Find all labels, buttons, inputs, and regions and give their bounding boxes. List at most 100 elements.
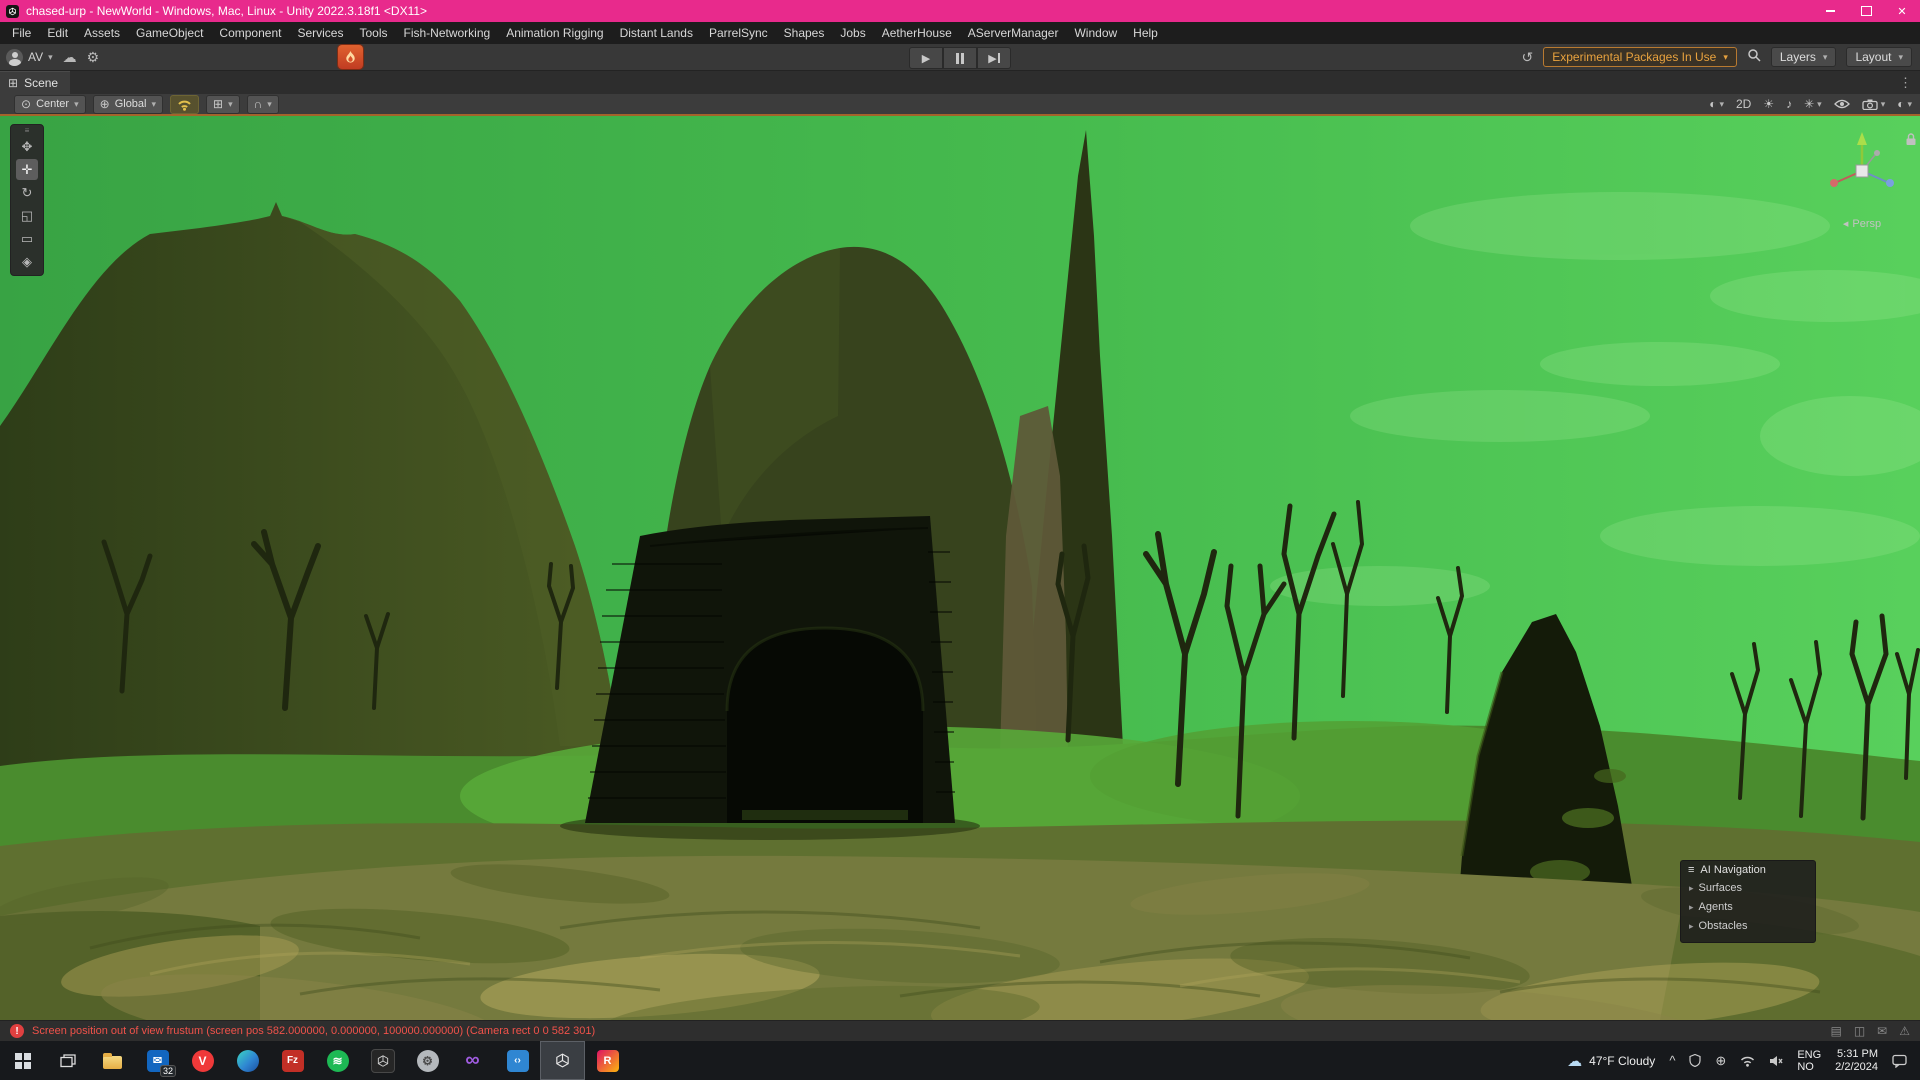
experimental-packages-dropdown[interactable]: Experimental Packages In Use ▾ (1543, 47, 1737, 67)
utility-app-button[interactable]: ⚙ (405, 1041, 450, 1080)
menu-item-jobs[interactable]: Jobs (832, 22, 873, 44)
visual-studio-button[interactable]: ∞ (450, 1041, 495, 1080)
language-indicator[interactable]: ENG NO (1797, 1049, 1821, 1073)
eye-icon (1834, 99, 1850, 109)
play-button[interactable]: ▶ (909, 47, 943, 69)
tray-chevron-up[interactable]: ^ (1669, 1053, 1675, 1068)
palette-grip-icon[interactable]: ≡ (25, 127, 30, 134)
pause-button[interactable] (943, 47, 977, 69)
ai-nav-agents-foldout[interactable]: ▸ Agents (1688, 898, 1808, 917)
search-icon[interactable] (1747, 48, 1761, 67)
scene-viewport[interactable]: ≡ ✥ ✛ ↻ ◱ ▭ ◈ ◂ Persp (0, 116, 1920, 1020)
menu-item-component[interactable]: Component (211, 22, 289, 44)
grid-visibility-dropdown[interactable]: ⊞ ▾ (206, 95, 240, 114)
console-error-message[interactable]: Screen position out of view frustum (scr… (32, 1025, 595, 1037)
filezilla-button[interactable]: Fz (270, 1041, 315, 1080)
minimize-button[interactable] (1812, 0, 1848, 22)
drag-handle-icon[interactable]: ≡ (1688, 864, 1694, 876)
menu-item-help[interactable]: Help (1125, 22, 1166, 44)
view-hand-tool-button[interactable]: ✥ (16, 136, 38, 157)
settings-gear-icon[interactable]: ⚙ (87, 50, 100, 64)
rotate-tool-button[interactable]: ↻ (16, 182, 38, 203)
pane-menu-kebab-icon[interactable]: ⋮ (1891, 75, 1920, 91)
lock-icon[interactable] (1905, 132, 1917, 151)
close-button[interactable]: ✕ (1884, 0, 1920, 22)
rider-button[interactable]: R (585, 1041, 630, 1080)
scene-3d-view[interactable] (0, 116, 1920, 1020)
ai-nav-obstacles-foldout[interactable]: ▸ Obstacles (1688, 917, 1808, 936)
start-button[interactable] (0, 1041, 45, 1080)
status-icon-activity[interactable]: ▤ (1830, 1024, 1841, 1038)
progrids-toggle-button[interactable] (170, 95, 199, 114)
menu-item-animation-rigging[interactable]: Animation Rigging (498, 22, 611, 44)
foldout-icon: ▸ (1689, 917, 1694, 936)
move-tool-button[interactable]: ✛ (16, 159, 38, 180)
scale-tool-button[interactable]: ◱ (16, 205, 38, 226)
gizmo-sphere-icon: ◐ (1897, 97, 1904, 111)
menu-item-gameobject[interactable]: GameObject (128, 22, 211, 44)
2d-toggle-button[interactable]: 2D (1736, 97, 1751, 111)
menu-item-aetherhouse[interactable]: AetherHouse (874, 22, 960, 44)
network-globe-icon[interactable]: ⊕ (1715, 1053, 1726, 1069)
edge-browser-button[interactable] (225, 1041, 270, 1080)
tab-scene[interactable]: ⊞ Scene (0, 71, 70, 95)
task-view-button[interactable] (45, 1041, 90, 1080)
unity-hub-button[interactable] (360, 1041, 405, 1080)
hot-reload-button[interactable] (338, 45, 363, 69)
menu-item-shapes[interactable]: Shapes (776, 22, 833, 44)
taskbar-clock[interactable]: 5:31 PM 2/2/2024 (1835, 1048, 1878, 1074)
magnet-icon: ∩ (254, 98, 263, 110)
speaker-muted-icon[interactable] (1769, 1055, 1783, 1067)
shield-icon[interactable] (1689, 1054, 1701, 1067)
outlook-button[interactable]: ✉ 32 (135, 1041, 180, 1080)
file-explorer-button[interactable] (90, 1041, 135, 1080)
ai-nav-surfaces-foldout[interactable]: ▸ Surfaces (1688, 879, 1808, 898)
account-dropdown[interactable]: AV ▾ (6, 49, 53, 66)
camera-settings-dropdown[interactable]: ▾ (1862, 99, 1886, 110)
transform-tool-button[interactable]: ◈ (16, 251, 38, 272)
draw-mode-dropdown[interactable]: ◐ ▾ (1709, 97, 1724, 111)
rect-tool-button[interactable]: ▭ (16, 228, 38, 249)
menu-item-distant-lands[interactable]: Distant Lands (612, 22, 701, 44)
menu-item-aservermanager[interactable]: AServerManager (960, 22, 1067, 44)
menu-item-fish-networking[interactable]: Fish-Networking (395, 22, 498, 44)
undo-history-icon[interactable]: ↺ (1522, 50, 1534, 64)
pivot-mode-dropdown[interactable]: ⊙ Center ▾ (14, 95, 86, 114)
time-label: 5:31 PM (1837, 1048, 1878, 1061)
layers-dropdown[interactable]: Layers ▾ (1771, 47, 1837, 67)
orientation-dropdown[interactable]: ⊕ Global ▾ (93, 95, 163, 114)
scene-audio-toggle[interactable]: ♪ (1786, 97, 1792, 111)
maximize-button[interactable] (1848, 0, 1884, 22)
status-icon-messages[interactable]: ✉ (1877, 1024, 1887, 1038)
axis-gizmo-icon[interactable] (1816, 124, 1908, 216)
step-button[interactable]: ▶ (977, 47, 1011, 69)
unity-editor-button[interactable] (540, 1041, 585, 1080)
snap-settings-dropdown[interactable]: ∩ ▾ (247, 95, 279, 114)
notification-center-icon[interactable] (1892, 1054, 1908, 1068)
menu-item-edit[interactable]: Edit (39, 22, 76, 44)
status-icon-layout[interactable]: ◫ (1854, 1024, 1865, 1038)
shaded-sphere-icon: ◐ (1709, 97, 1716, 111)
perspective-toggle[interactable]: ◂ Persp (1816, 217, 1908, 230)
cloud-services-icon[interactable]: ☁ (63, 50, 77, 64)
spotify-button[interactable]: ≋ (315, 1041, 360, 1080)
hidden-objects-toggle[interactable] (1834, 99, 1850, 109)
vivaldi-button[interactable]: V (180, 1041, 225, 1080)
scene-lighting-toggle[interactable]: ☀ (1763, 97, 1774, 111)
grid-icon: ⊞ (213, 98, 223, 110)
menu-item-assets[interactable]: Assets (76, 22, 128, 44)
account-label: AV (28, 50, 43, 64)
gizmos-dropdown[interactable]: ◐ ▾ (1897, 97, 1912, 111)
orientation-gizmo[interactable]: ◂ Persp (1816, 124, 1908, 230)
wifi-icon[interactable] (1740, 1055, 1755, 1067)
menu-item-file[interactable]: File (4, 22, 39, 44)
weather-widget[interactable]: ☁ 47°F Cloudy (1567, 1052, 1655, 1070)
menu-item-tools[interactable]: Tools (351, 22, 395, 44)
menu-item-window[interactable]: Window (1066, 22, 1125, 44)
status-icon-warnings[interactable]: ⚠ (1899, 1024, 1910, 1038)
menu-item-parrelsync[interactable]: ParrelSync (701, 22, 776, 44)
effects-dropdown[interactable]: ✳ ▾ (1804, 97, 1822, 111)
menu-item-services[interactable]: Services (289, 22, 351, 44)
vscode-button[interactable]: ‹› (495, 1041, 540, 1080)
layout-dropdown[interactable]: Layout ▾ (1846, 47, 1912, 67)
